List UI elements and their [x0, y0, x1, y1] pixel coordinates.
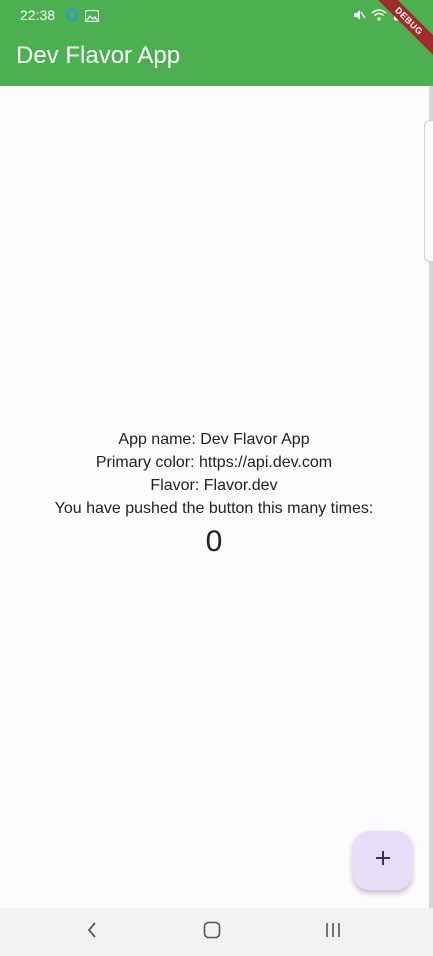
image-icon	[84, 9, 100, 27]
flavor-text: Flavor: Flavor.dev	[150, 477, 278, 494]
primary-color-text: Primary color: https://api.dev.com	[95, 454, 333, 471]
increment-button[interactable]	[353, 831, 412, 890]
status-left-icons	[65, 8, 100, 27]
status-bar: 22:38	[0, 0, 433, 32]
edge-panel-handle[interactable]	[424, 120, 433, 262]
system-nav-bar	[0, 908, 433, 956]
counter-label: You have pushed the button this many tim…	[54, 500, 374, 517]
recents-icon	[324, 922, 342, 943]
back-icon	[86, 921, 98, 944]
main-content: App name: Dev Flavor App Primary color: …	[0, 428, 428, 562]
counter-value: 0	[205, 525, 223, 558]
recents-button[interactable]	[319, 920, 347, 944]
sync-icon	[65, 8, 79, 27]
plus-icon	[374, 849, 392, 872]
wifi-icon	[371, 8, 387, 26]
status-time: 22:38	[20, 7, 56, 23]
back-button[interactable]	[78, 920, 106, 944]
mute-icon	[353, 8, 366, 26]
app-bar: Dev Flavor App	[0, 32, 433, 86]
app-title: Dev Flavor App	[16, 42, 181, 69]
app-screen: 22:38 Dev Flavor App DEBUG App name: Dev…	[0, 0, 433, 956]
app-name-text: App name: Dev Flavor App	[118, 431, 310, 448]
home-icon	[203, 921, 221, 944]
home-button[interactable]	[198, 920, 226, 944]
